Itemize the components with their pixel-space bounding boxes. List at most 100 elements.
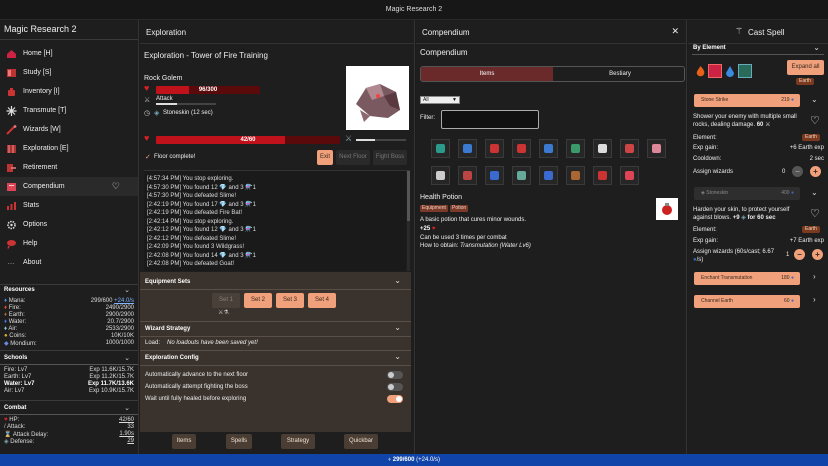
category-select[interactable]: All ▼ (420, 96, 460, 104)
assign-wizards-count: 0 (782, 169, 786, 175)
item-slot[interactable] (593, 139, 612, 158)
sidebar-item-inventory[interactable]: Inventory [I] (0, 82, 138, 101)
item-slot[interactable] (566, 166, 585, 185)
water-icon[interactable] (725, 64, 735, 78)
item-slot[interactable] (566, 139, 585, 158)
item-slot[interactable] (647, 139, 666, 158)
compendium-subtitle: Compendium (420, 48, 468, 57)
tab-bestiary[interactable]: Bestiary (554, 67, 684, 81)
equipment-icons: ⚔⚗ (218, 310, 229, 316)
fire-school-icon[interactable] (708, 64, 722, 78)
auto-advance-toggle[interactable] (387, 371, 403, 379)
channel-earth-spell-button[interactable]: Channel Earth 60 ● (694, 295, 800, 308)
equipment-set-2-button[interactable]: Set 2 (244, 293, 272, 308)
equipment-set-1-button[interactable]: Set 1 (212, 293, 240, 308)
item-slot[interactable] (431, 139, 450, 158)
tab-items[interactable]: Items (421, 67, 553, 81)
transmute-icon (4, 105, 18, 117)
increase-wizards-button[interactable]: + (812, 249, 823, 260)
sidebar-item-home[interactable]: Home [H] (0, 44, 138, 63)
sidebar-item-compendium[interactable]: Compendium ♡ (0, 177, 138, 196)
item-slot[interactable] (512, 166, 531, 185)
tab-spells[interactable]: Spells (226, 434, 252, 449)
item-slot[interactable] (512, 139, 531, 158)
shield-icon: ◈ (701, 190, 705, 196)
obtain-value: Transmutation (Water Lv6) (460, 243, 531, 249)
item-slot[interactable] (431, 166, 450, 185)
combat-log[interactable]: [4:57:34 PM] You stop exploring. [4:57:30… (144, 171, 406, 271)
chevron-down-icon[interactable]: ⌄ (124, 404, 130, 412)
book-icon (4, 67, 18, 79)
item-slot[interactable] (485, 139, 504, 158)
bag-icon (4, 86, 18, 98)
sword-icon: ⚔ (345, 134, 353, 143)
sidebar-item-exploration[interactable]: Exploration [E] (0, 139, 138, 158)
item-slot[interactable] (593, 166, 612, 185)
filter-input[interactable] (441, 110, 539, 129)
tab-strategy[interactable]: Strategy (281, 434, 315, 449)
chevron-right-icon[interactable]: › (813, 295, 816, 304)
stone-strike-description: Shower your enemy with multiple small ro… (693, 113, 803, 129)
item-slot[interactable] (485, 166, 504, 185)
school-row: Water: Lv7 Exp 11.7K/13.6K (4, 381, 134, 387)
chevron-down-icon[interactable]: ⌄ (124, 286, 130, 294)
item-slot[interactable] (620, 139, 639, 158)
chevron-down-icon[interactable]: ⌄ (394, 276, 401, 285)
expand-all-button[interactable]: Expand all (787, 60, 824, 75)
enemy-name: Rock Golem (144, 75, 183, 82)
exit-button[interactable]: Exit (317, 150, 333, 165)
sidebar-item-stats[interactable]: Stats (0, 196, 138, 215)
heart-icon[interactable]: ♡ (810, 207, 820, 220)
chevron-down-icon[interactable]: ⌄ (811, 188, 818, 197)
wait-heal-toggle[interactable] (387, 395, 403, 403)
chevron-down-icon[interactable]: ⌄ (394, 352, 401, 361)
tab-quickbar[interactable]: Quickbar (344, 434, 378, 449)
stoneskin-spell-button[interactable]: ◈ Stoneskin 400 ● (694, 187, 800, 200)
chevron-right-icon[interactable]: › (813, 272, 816, 281)
chevron-down-icon[interactable]: ⌄ (811, 95, 818, 104)
enchant-transmutation-spell-button[interactable]: Enchant Transmutation 180 ● (694, 272, 800, 285)
item-slot[interactable] (458, 166, 477, 185)
load-empty-text: No loadouts have been saved yet! (167, 340, 258, 346)
resource-value: 1000/1000 (105, 340, 134, 346)
school-name: Fire: Lv7 (4, 367, 28, 373)
combat-stat-name: Defense: (10, 439, 35, 445)
decrease-wizards-button[interactable]: − (794, 249, 805, 260)
close-icon[interactable]: ✕ (671, 26, 679, 37)
item-icon (598, 171, 607, 180)
sidebar-item-study[interactable]: Study [S] (0, 63, 138, 82)
fire-icon[interactable] (694, 64, 706, 78)
cooldown-label: Cooldown: (693, 156, 722, 162)
sidebar-item-transmute[interactable]: Transmute [T] (0, 101, 138, 120)
sidebar-item-wizards[interactable]: Wizards [W] (0, 120, 138, 139)
item-slot[interactable] (539, 166, 558, 185)
load-label: Load: (145, 340, 161, 346)
decrease-wizards-button[interactable]: − (792, 166, 803, 177)
item-slot[interactable] (539, 139, 558, 158)
item-slot[interactable] (458, 139, 477, 158)
log-line: [4:57:34 PM] You stop exploring. (147, 176, 234, 182)
chevron-down-icon[interactable]: ⌄ (124, 354, 130, 362)
sidebar-item-retirement[interactable]: Retirement (0, 158, 138, 177)
chevron-down-icon[interactable]: ⌄ (394, 323, 401, 332)
item-uses: Can be used 3 times per combat (420, 235, 507, 241)
heart-icon[interactable]: ♡ (810, 114, 820, 127)
equipment-set-4-button[interactable]: Set 4 (308, 293, 336, 308)
fight-boss-button[interactable]: Fight Boss (373, 150, 407, 165)
increase-wizards-button[interactable]: + (810, 166, 821, 177)
school-exp: Exp 11.6K/15.7K (89, 367, 134, 373)
tab-items[interactable]: Items (172, 434, 196, 449)
equipment-set-3-button[interactable]: Set 3 (276, 293, 304, 308)
stone-strike-spell-button[interactable]: Stone Strike 219 ● (694, 94, 800, 107)
log-scrollbar[interactable] (407, 171, 410, 271)
sidebar-item-options[interactable]: Options (0, 215, 138, 234)
heart-icon[interactable]: ♡ (112, 181, 120, 192)
chevron-down-icon[interactable]: ⌄ (813, 43, 820, 52)
next-floor-button[interactable]: Next Floor (336, 150, 370, 165)
auto-boss-toggle[interactable] (387, 383, 403, 391)
sidebar-item-about[interactable]: … About (0, 253, 138, 272)
sidebar-item-help[interactable]: Help (0, 234, 138, 253)
item-slot[interactable] (620, 166, 639, 185)
status-mana: 299/600 (392, 457, 415, 463)
air-school-icon[interactable] (738, 64, 752, 78)
